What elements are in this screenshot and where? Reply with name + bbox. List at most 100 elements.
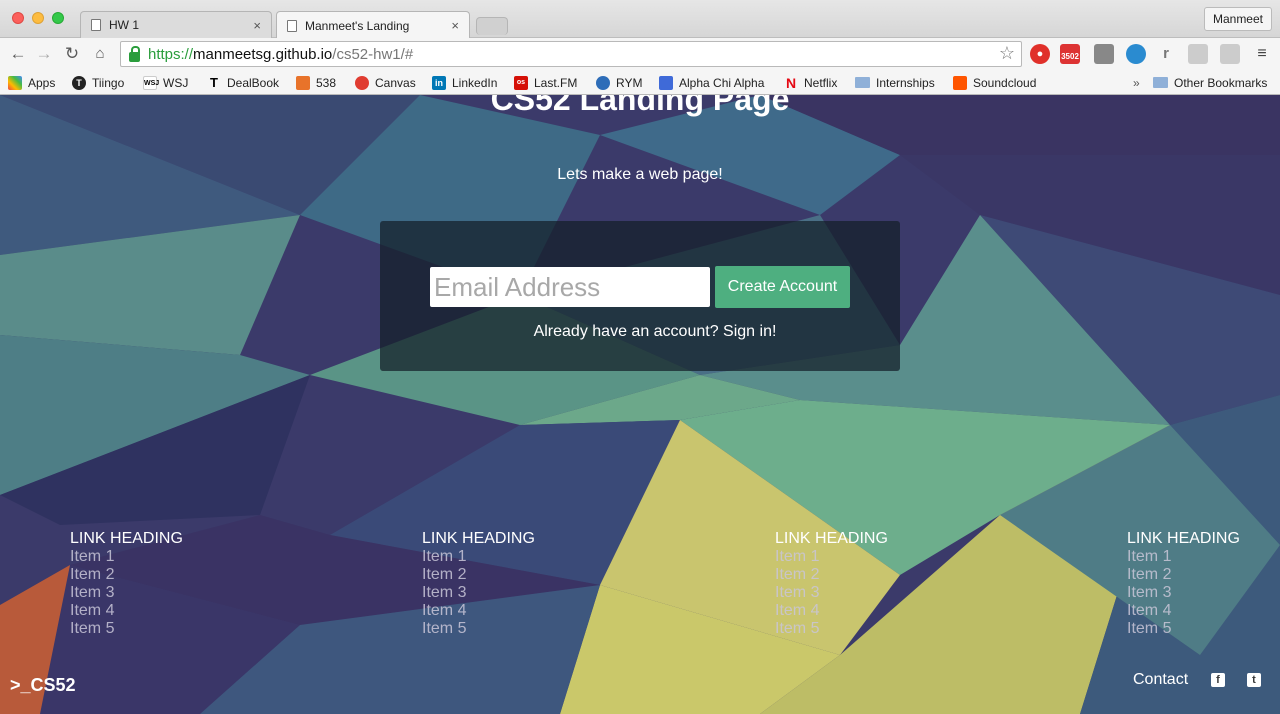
- footer-link[interactable]: Item 3: [1127, 584, 1240, 602]
- url-host: manmeetsg.github.io: [193, 45, 333, 63]
- bookmark-alpha-chi-alpha[interactable]: Alpha Chi Alpha: [659, 74, 764, 91]
- apps-icon: [8, 75, 22, 90]
- address-bar[interactable]: https:// manmeetsg.github.io /cs52-hw1/#…: [120, 41, 1022, 67]
- footer-link[interactable]: Item 5: [1127, 620, 1240, 638]
- footer-link[interactable]: Item 1: [70, 548, 183, 566]
- drive-icon[interactable]: [1220, 44, 1240, 64]
- bookmark-apps[interactable]: Apps: [8, 74, 55, 91]
- linkedin-icon: in: [432, 75, 446, 90]
- menu-icon[interactable]: ≡: [1252, 44, 1272, 64]
- bookmark-rym[interactable]: RYM: [596, 74, 642, 91]
- footer-link[interactable]: Item 4: [775, 602, 888, 620]
- bookmark-538[interactable]: 538: [296, 74, 336, 91]
- footer-link[interactable]: Item 5: [775, 620, 888, 638]
- url-path: /cs52-hw1/#: [332, 45, 414, 63]
- tab-landing[interactable]: Manmeet's Landing ×: [276, 11, 470, 39]
- bookmark-netflix[interactable]: N Netflix: [784, 74, 837, 91]
- forward-icon[interactable]: →: [34, 44, 54, 64]
- link-heading: LINK HEADING: [775, 530, 888, 547]
- lock-icon: [129, 45, 140, 62]
- close-window-button[interactable]: [12, 12, 24, 24]
- footer-link[interactable]: Item 3: [70, 584, 183, 602]
- link-heading: LINK HEADING: [422, 530, 535, 547]
- footer-column-1: LINK HEADING Item 1 Item 2 Item 3 Item 4…: [70, 530, 183, 638]
- page-title: CS52 Landing Page: [490, 95, 790, 117]
- footer-link[interactable]: Item 4: [70, 602, 183, 620]
- profile-button[interactable]: Manmeet: [1203, 7, 1272, 31]
- folder-icon: [1153, 77, 1168, 88]
- bookmark-label: Soundcloud: [973, 75, 1037, 90]
- footer-link[interactable]: Item 3: [775, 584, 888, 602]
- footer-link[interactable]: Item 2: [775, 566, 888, 584]
- minimize-window-button[interactable]: [32, 12, 44, 24]
- sign-in-link[interactable]: Already have an account? Sign in!: [380, 323, 930, 341]
- bookmark-label: LinkedIn: [452, 75, 498, 90]
- footer-link[interactable]: Item 1: [775, 548, 888, 566]
- bookmark-canvas[interactable]: Canvas: [355, 74, 416, 91]
- close-icon[interactable]: ×: [253, 18, 261, 33]
- css-icon[interactable]: [1188, 44, 1208, 64]
- cast-icon[interactable]: [1094, 44, 1114, 64]
- tab-title: Manmeet's Landing: [305, 18, 410, 33]
- soundcloud-icon: [953, 75, 967, 90]
- footer-column-3: LINK HEADING Item 1 Item 2 Item 3 Item 4…: [775, 530, 888, 638]
- bookmark-lastfm[interactable]: os Last.FM: [514, 74, 577, 91]
- create-account-button[interactable]: Create Account: [715, 266, 850, 308]
- title-bar: HW 1 × Manmeet's Landing × Manmeet: [0, 0, 1280, 39]
- footer-link[interactable]: Item 5: [70, 620, 183, 638]
- polygon-background: [0, 95, 1280, 714]
- email-field[interactable]: [430, 267, 710, 307]
- home-icon[interactable]: ⌂: [90, 44, 110, 64]
- page-subtitle: Lets make a web page!: [557, 166, 723, 183]
- twitter-icon[interactable]: t: [1247, 673, 1261, 687]
- adblock-icon[interactable]: ●: [1030, 44, 1050, 64]
- bookmark-wsj[interactable]: WSJ WSJ: [143, 74, 188, 91]
- bookmark-tiingo[interactable]: T Tiingo: [72, 74, 124, 91]
- footer-link[interactable]: Item 2: [70, 566, 183, 584]
- bookmark-label: RYM: [616, 75, 643, 90]
- footer-link[interactable]: Item 4: [422, 602, 535, 620]
- gmail-icon[interactable]: 3502: [1060, 44, 1080, 64]
- browser-chrome: HW 1 × Manmeet's Landing × Manmeet ← → ↻…: [0, 0, 1280, 95]
- bookmark-label: Canvas: [375, 75, 416, 90]
- alpha-icon: [659, 75, 673, 90]
- footer-column-2: LINK HEADING Item 1 Item 2 Item 3 Item 4…: [422, 530, 535, 638]
- footer-link[interactable]: Item 3: [422, 584, 535, 602]
- tiingo-icon: T: [72, 75, 86, 90]
- readability-icon[interactable]: r: [1156, 44, 1176, 64]
- page-content: CS52 Landing Page Lets make a web page! …: [0, 95, 1280, 714]
- bookmark-dealbook[interactable]: T DealBook: [207, 74, 279, 91]
- bookmark-other[interactable]: Other Bookmarks: [1153, 74, 1267, 91]
- netflix-icon: N: [785, 74, 797, 91]
- tab-title: HW 1: [109, 18, 139, 32]
- extension-icon[interactable]: [1126, 44, 1146, 64]
- page-icon: [91, 19, 101, 31]
- bookmark-soundcloud[interactable]: Soundcloud: [953, 74, 1036, 91]
- bookmark-internships[interactable]: Internships: [855, 74, 935, 91]
- back-icon[interactable]: ←: [8, 44, 28, 64]
- page-icon: [287, 19, 297, 32]
- new-tab-button[interactable]: [476, 17, 508, 35]
- bookmark-star-icon[interactable]: ☆: [999, 43, 1015, 64]
- contact-link[interactable]: Contact: [1133, 671, 1188, 689]
- footer-link[interactable]: Item 2: [1127, 566, 1240, 584]
- footer-link[interactable]: Item 5: [422, 620, 535, 638]
- bookmark-label: Apps: [28, 75, 56, 90]
- bookmark-linkedin[interactable]: in LinkedIn: [432, 74, 497, 91]
- folder-icon: [855, 77, 870, 88]
- bookmark-label: Alpha Chi Alpha: [679, 75, 765, 90]
- footer-link[interactable]: Item 4: [1127, 602, 1240, 620]
- bookmarks-overflow[interactable]: »: [1133, 74, 1140, 91]
- tab-hw1[interactable]: HW 1 ×: [80, 11, 272, 38]
- link-heading: LINK HEADING: [70, 530, 183, 547]
- url-scheme: https://: [148, 45, 194, 63]
- footer-link[interactable]: Item 2: [422, 566, 535, 584]
- zoom-window-button[interactable]: [52, 12, 64, 24]
- brand-logo[interactable]: >_CS52: [10, 675, 76, 696]
- footer-link[interactable]: Item 1: [1127, 548, 1240, 566]
- facebook-icon[interactable]: f: [1211, 673, 1225, 687]
- fox-icon: [296, 75, 310, 90]
- close-icon[interactable]: ×: [451, 18, 459, 33]
- footer-link[interactable]: Item 1: [422, 548, 535, 566]
- reload-icon[interactable]: ↻: [62, 44, 82, 64]
